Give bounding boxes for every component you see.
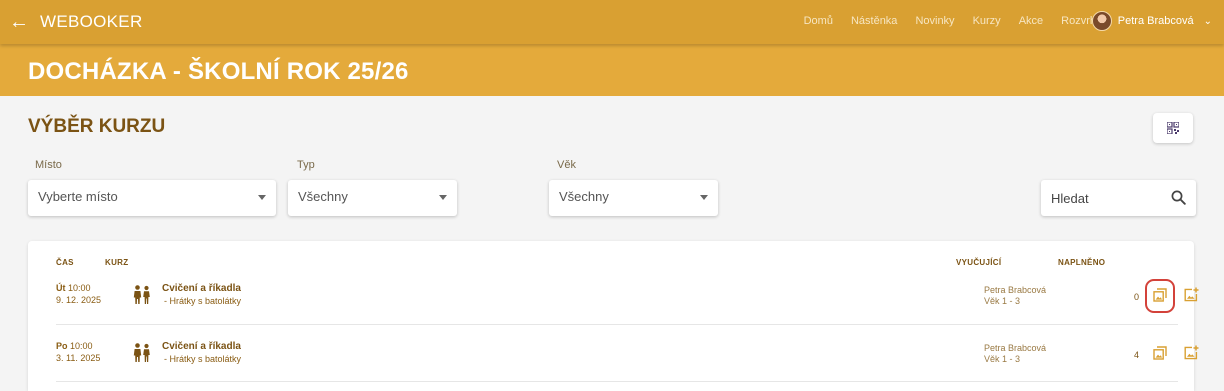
page-title: DOCHÁZKA - ŠKOLNÍ ROK 25/26 — [28, 58, 409, 85]
avatar — [1091, 11, 1112, 31]
age-select-value: Všechny — [559, 189, 609, 204]
nav-item-rozvrh[interactable]: Rozvrh — [1061, 15, 1096, 27]
row-day-time: Út 10:00 — [56, 283, 91, 293]
section-title: VÝBĚR KURZU — [28, 116, 166, 137]
nav-item-domu[interactable]: Domů — [804, 15, 833, 27]
table-row[interactable]: Po 10:00 3. 11. 2025 Cvičení a říkadla -… — [28, 324, 1199, 382]
qr-code-icon — [1167, 122, 1179, 134]
user-name: Petra Brabcová — [1117, 15, 1194, 27]
children-icon — [133, 343, 150, 362]
type-select[interactable]: Všechny — [288, 180, 457, 216]
row-day-time: Po 10:00 — [56, 341, 93, 351]
row-teacher-name: Petra Brabcová — [984, 343, 1047, 353]
type-filter-label: Typ — [297, 159, 315, 171]
row-filled-count: 0 — [1133, 292, 1139, 302]
caret-down-icon — [258, 195, 266, 200]
age-select[interactable]: Všechny — [549, 180, 718, 216]
type-select-value: Všechny — [298, 189, 348, 204]
nav-item-kurzy[interactable]: Kurzy — [973, 15, 1001, 27]
nav-item-akce[interactable]: Akce — [1019, 15, 1043, 27]
row-divider — [56, 381, 1178, 382]
arrow-left-icon[interactable]: ← — [8, 9, 30, 35]
row-date: 9. 12. 2025 — [56, 295, 102, 305]
search-input[interactable] — [1041, 180, 1161, 216]
row-teacher-name: Petra Brabcová — [984, 285, 1047, 295]
add-photo-icon[interactable] — [1184, 345, 1199, 360]
row-time: 10:00 — [70, 341, 93, 351]
row-day: Po — [56, 341, 68, 351]
column-header-time: ČAS — [56, 258, 74, 267]
row-course-subtitle: - Hrátky s batolátky — [164, 296, 242, 306]
column-header-filled: NAPLNĚNO — [1058, 258, 1106, 267]
children-icon — [133, 285, 150, 304]
place-select-value: Vyberte místo — [38, 189, 118, 204]
row-divider — [56, 324, 1178, 325]
photo-gallery-icon[interactable] — [1153, 346, 1167, 360]
place-select[interactable]: Vyberte místo — [28, 180, 276, 216]
top-app-bar: ← WEBOOKER Domů Nástěnka Novinky Kurzy A… — [0, 0, 1224, 44]
add-photo-icon[interactable] — [1184, 287, 1199, 302]
photo-gallery-icon[interactable] — [1153, 288, 1167, 302]
row-date: 3. 11. 2025 — [56, 353, 101, 363]
row-course-name[interactable]: Cvičení a říkadla — [162, 341, 241, 352]
place-filter-label: Místo — [35, 159, 62, 171]
column-header-teacher: VYUČUJÍCÍ — [956, 258, 1002, 267]
row-teacher: Petra Brabcová Věk 1 - 3 — [984, 343, 1046, 365]
column-header-course: KURZ — [105, 258, 129, 267]
qr-code-button[interactable] — [1153, 113, 1193, 143]
page-banner: DOCHÁZKA - ŠKOLNÍ ROK 25/26 — [0, 44, 1224, 96]
nav-item-novinky[interactable]: Novinky — [915, 15, 954, 27]
row-day: Út — [56, 283, 66, 293]
nav-item-nastenka[interactable]: Nástěnka — [851, 15, 897, 27]
search-icon[interactable] — [1171, 190, 1186, 205]
row-teacher: Petra Brabcová Věk 1 - 3 — [984, 285, 1046, 307]
main-nav: Domů Nástěnka Novinky Kurzy Akce Rozvrh — [804, 15, 1096, 27]
user-menu[interactable]: Petra Brabcová ⌄ — [1091, 11, 1212, 31]
caret-down-icon — [700, 195, 708, 200]
row-age: Věk 1 - 3 — [984, 296, 1021, 306]
search-box — [1041, 180, 1196, 216]
caret-down-icon — [439, 195, 447, 200]
row-filled-count: 4 — [1133, 350, 1139, 360]
brand-logo[interactable]: WEBOOKER — [40, 12, 143, 32]
chevron-down-icon: ⌄ — [1203, 15, 1212, 27]
course-table: ČAS KURZ VYUČUJÍCÍ NAPLNĚNO Út 10:00 9. … — [28, 241, 1199, 391]
row-course-name[interactable]: Cvičení a říkadla — [162, 283, 241, 294]
row-course-subtitle: - Hrátky s batolátky — [164, 354, 242, 364]
age-filter-label: Věk — [557, 159, 576, 171]
row-age: Věk 1 - 3 — [984, 354, 1021, 364]
row-time: 10:00 — [68, 283, 91, 293]
